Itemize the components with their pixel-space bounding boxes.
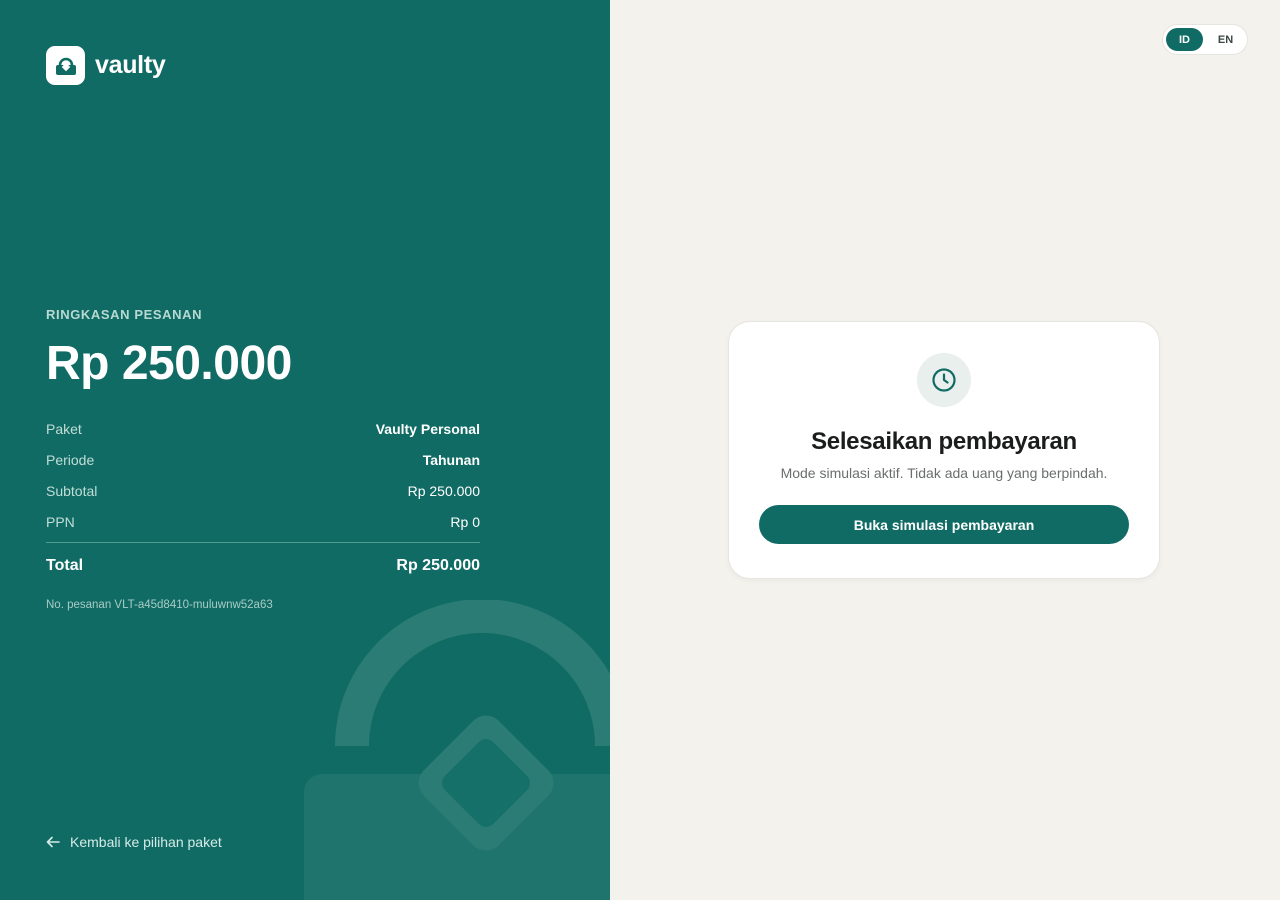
summary-row-tax: PPN Rp 0 (46, 506, 480, 537)
lang-option-id[interactable]: ID (1166, 28, 1203, 51)
order-summary: RINGKASAN PESANAN Rp 250.000 Paket Vault… (46, 307, 480, 611)
summary-divider (46, 542, 480, 543)
clock-icon-badge (917, 353, 971, 407)
payment-card: Selesaikan pembayaran Mode simulasi akti… (728, 321, 1160, 579)
back-link-label: Kembali ke pilihan paket (70, 834, 222, 850)
total-value: Rp 250.000 (396, 557, 480, 574)
order-summary-panel: vaulty RINGKASAN PESANAN Rp 250.000 Pake… (0, 0, 610, 900)
summary-label: RINGKASAN PESANAN (46, 307, 203, 322)
total-label: Total (46, 557, 84, 574)
row-label: PPN (46, 513, 75, 530)
payment-title: Selesaikan pembayaran (811, 428, 1077, 455)
open-payment-simulation-button[interactable]: Buka simulasi pembayaran (759, 505, 1129, 544)
summary-total: Total Rp 250.000 (46, 557, 480, 575)
row-value: Vaulty Personal (375, 420, 480, 437)
lock-watermark-icon (304, 600, 610, 900)
row-value: Rp 0 (450, 513, 480, 530)
row-value: Tahunan (422, 451, 480, 468)
row-label: Periode (46, 451, 95, 468)
lang-option-en[interactable]: EN (1207, 28, 1244, 51)
language-switcher: ID EN (1162, 24, 1248, 55)
summary-row-period: Periode Tahunan (46, 444, 480, 475)
row-label: Paket (46, 420, 82, 437)
order-number: No. pesanan VLT-a45d8410-muluwnw52a63 (46, 599, 273, 611)
back-to-plans-link[interactable]: Kembali ke pilihan paket (46, 834, 222, 850)
summary-row-subtotal: Subtotal Rp 250.000 (46, 475, 480, 506)
brand-name: vaulty (95, 51, 166, 79)
clock-icon (932, 368, 956, 392)
payment-panel: ID EN Selesaikan pembayaran Mode simulas… (610, 0, 1280, 900)
brand-logo[interactable]: vaulty (46, 46, 166, 85)
payment-subtitle: Mode simulasi aktif. Tidak ada uang yang… (780, 465, 1108, 481)
row-value: Rp 250.000 (407, 482, 480, 499)
row-label: Subtotal (46, 482, 98, 499)
summary-rows: Paket Vaulty Personal Periode Tahunan Su… (46, 413, 480, 537)
summary-row-package: Paket Vaulty Personal (46, 413, 480, 444)
arrow-left-icon (46, 836, 60, 848)
vault-icon (46, 46, 85, 85)
order-amount: Rp 250.000 (46, 337, 292, 390)
